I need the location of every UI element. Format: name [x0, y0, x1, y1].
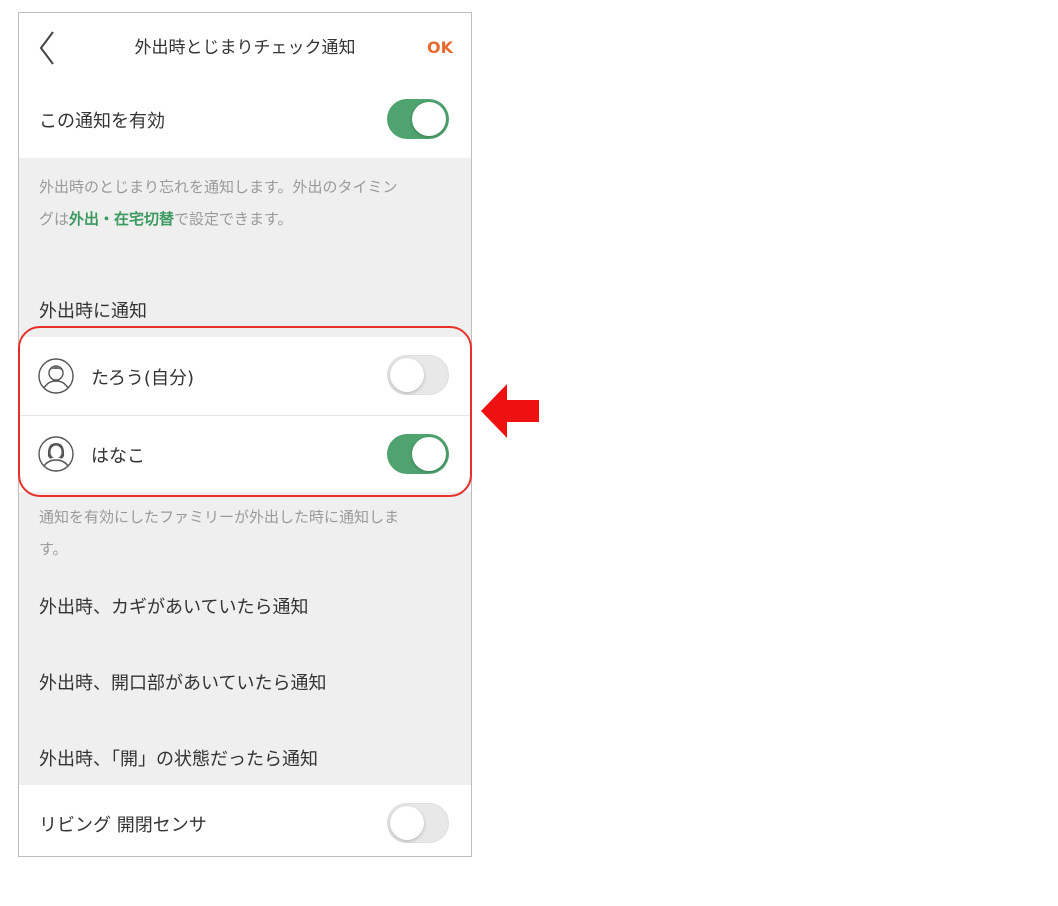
members-note-line1: 通知を有効にしたファミリーが外出した時に通知しま — [39, 508, 400, 526]
notify-section-title: 外出時に通知 — [39, 301, 147, 322]
members-note: 通知を有効にしたファミリーが外出した時に通知しま す。 — [39, 501, 459, 565]
members-note-line2: す。 — [39, 540, 68, 558]
enable-toggle[interactable] — [387, 99, 449, 139]
nav-bar: 外出時とじまりチェック通知 OK — [19, 13, 471, 83]
sensor-toggle[interactable] — [387, 803, 449, 843]
sensor-label: リビング 開閉センサ — [39, 815, 207, 836]
description-line1: 外出時のとじまり忘れを通知します。外出のタイミン — [39, 178, 398, 196]
section-key-open: 外出時、カギがあいていたら通知 — [39, 597, 309, 618]
enable-row: この通知を有効 — [19, 83, 471, 158]
highlight-frame — [18, 326, 472, 497]
left-arrow-icon — [481, 384, 539, 438]
ok-button[interactable]: OK — [427, 13, 453, 83]
page-title: 外出時とじまりチェック通知 — [134, 38, 356, 58]
description: 外出時のとじまり忘れを通知します。外出のタイミン グは外出・在宅切替で設定できま… — [39, 171, 459, 235]
section-opening-open: 外出時、開口部があいていたら通知 — [39, 673, 327, 694]
toggle-knob — [390, 806, 424, 840]
sensor-row: リビング 開閉センサ — [19, 785, 471, 856]
description-line2: グは外出・在宅切替で設定できます。 — [39, 203, 459, 235]
description-text-post: で設定できます。 — [174, 210, 293, 228]
toggle-knob — [412, 102, 446, 136]
enable-label: この通知を有効 — [39, 111, 165, 132]
description-text: グは — [39, 210, 70, 228]
back-chevron-icon[interactable] — [37, 29, 57, 67]
home-away-switch-link[interactable]: 外出・在宅切替 — [69, 210, 174, 228]
section-state-open: 外出時、「開」の状態だったら通知 — [39, 749, 318, 770]
